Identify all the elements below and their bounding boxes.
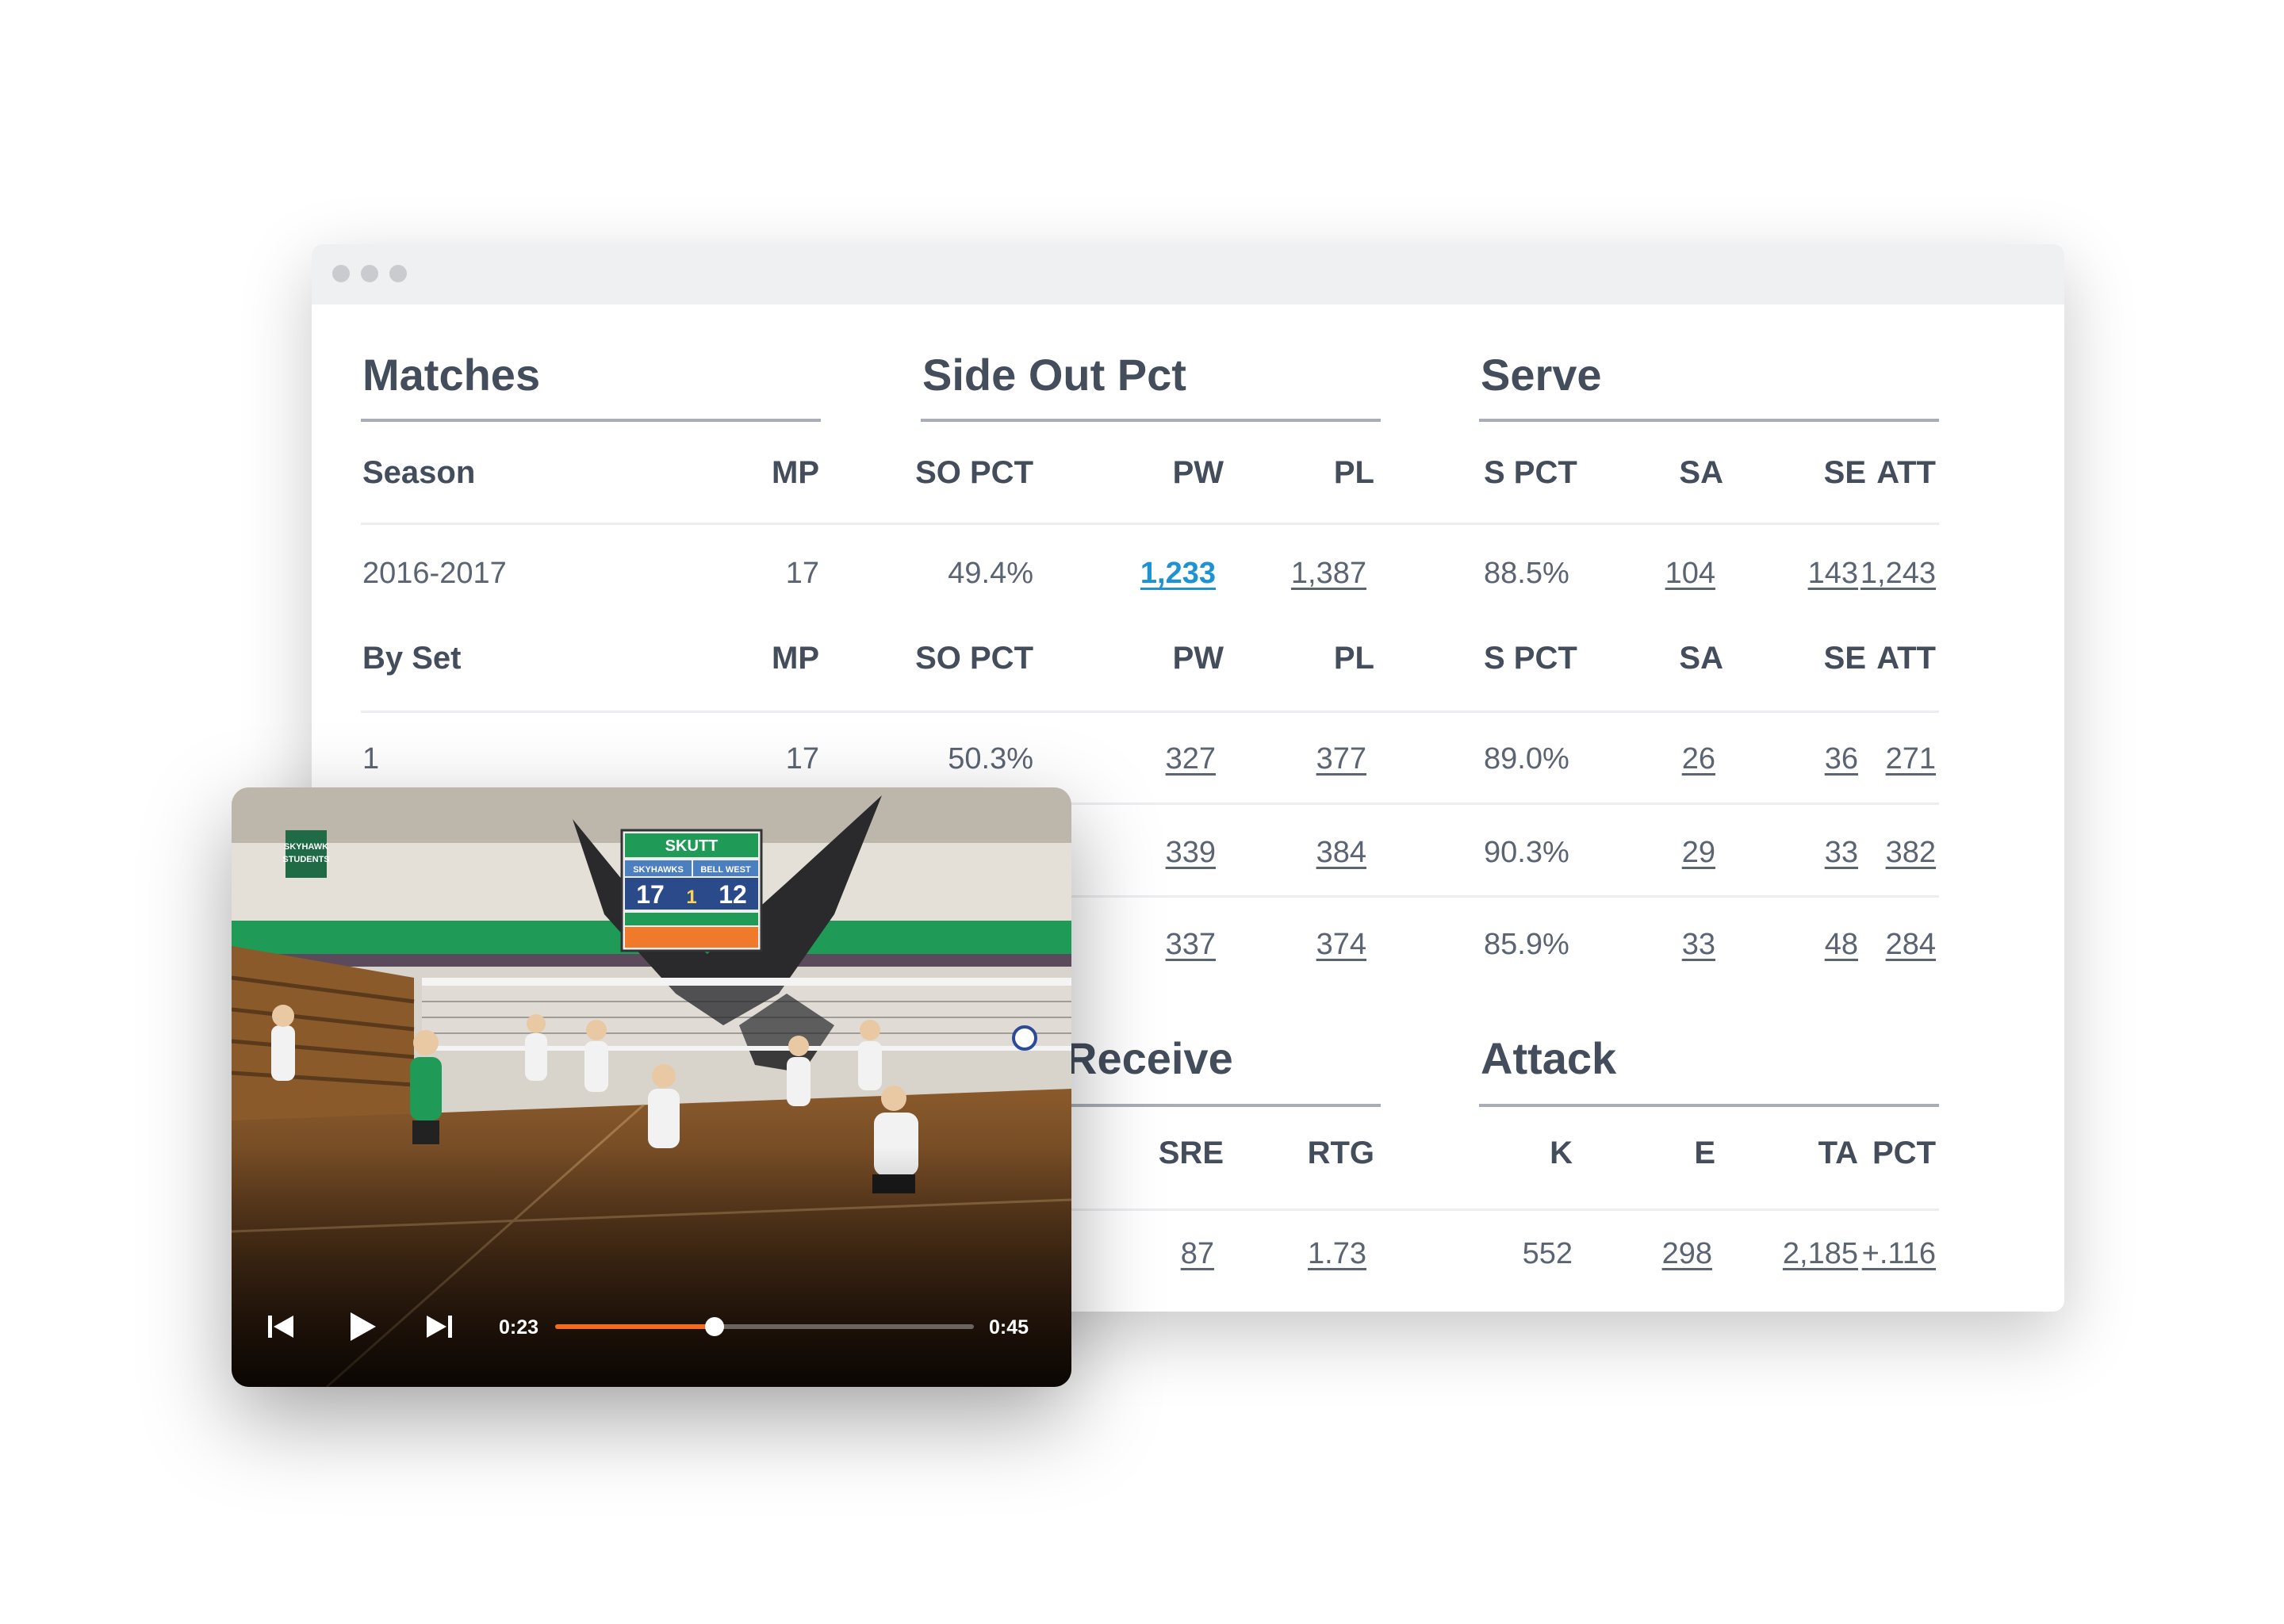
pw-link[interactable]: 337 — [1057, 928, 1216, 962]
pw-link[interactable]: 327 — [1057, 742, 1216, 776]
elapsed-time: 0:23 — [499, 1316, 539, 1339]
window-dot-close[interactable] — [332, 265, 350, 282]
window-titlebar — [312, 244, 2064, 304]
sa-link[interactable]: 104 — [1557, 557, 1715, 591]
play-icon[interactable] — [346, 1311, 377, 1342]
rtg-link[interactable]: 1.73 — [1208, 1237, 1366, 1271]
pw-link[interactable]: 339 — [1057, 836, 1216, 870]
so-pct-cell: 50.3% — [948, 742, 1033, 776]
col-header-so-pct: SO PCT — [915, 455, 1033, 490]
row-divider — [921, 1208, 1939, 1211]
col-header-season: Season — [362, 455, 476, 490]
att-link[interactable]: 271 — [1777, 742, 1936, 776]
sre-link[interactable]: 87 — [1056, 1237, 1214, 1271]
col-header-pl: PL — [1333, 455, 1374, 490]
pl-link[interactable]: 374 — [1208, 928, 1366, 962]
mp-cell: 17 — [785, 557, 819, 590]
section-rule — [1479, 419, 1939, 422]
col-header-by-set: By Set — [362, 641, 462, 676]
col-header-att: ATT — [1876, 641, 1936, 676]
pl-link[interactable]: 1,387 — [1208, 557, 1366, 591]
k-cell: 552 — [1522, 1237, 1573, 1270]
section-title-serve: Serve — [1481, 350, 1602, 400]
set-cell: 1 — [362, 742, 380, 776]
section-title-receive: Receive — [1065, 1033, 1233, 1083]
window-dot-maximize[interactable] — [389, 265, 407, 282]
col-header-mp: MP — [772, 455, 819, 490]
col-header-pw: PW — [1172, 455, 1224, 490]
col-header-sa: SA — [1679, 641, 1723, 676]
row-divider — [361, 523, 1939, 525]
pct-link[interactable]: +.116 — [1777, 1237, 1936, 1271]
att-link[interactable]: 382 — [1777, 836, 1936, 870]
att-link[interactable]: 284 — [1777, 928, 1936, 962]
col-header-sre: SRE — [1158, 1136, 1224, 1170]
section-rule — [921, 419, 1381, 422]
col-header-att: ATT — [1876, 455, 1936, 490]
pw-link[interactable]: 1,233 — [1057, 557, 1216, 591]
col-header-so-pct: SO PCT — [915, 641, 1033, 676]
section-title-side-out: Side Out Pct — [922, 350, 1186, 400]
so-pct-cell: 49.4% — [948, 557, 1033, 590]
video-player[interactable]: SKYHAWK STUDENTS SKUTT SKYHAWKS BELL WES… — [232, 787, 1071, 1387]
window-dot-minimize[interactable] — [361, 265, 378, 282]
total-time: 0:45 — [989, 1316, 1029, 1339]
section-title-attack: Attack — [1481, 1033, 1617, 1083]
col-header-k: K — [1550, 1136, 1573, 1170]
progress-fill — [555, 1324, 715, 1329]
sa-link[interactable]: 26 — [1557, 742, 1715, 776]
pl-link[interactable]: 384 — [1208, 836, 1366, 870]
col-header-sa: SA — [1679, 455, 1723, 490]
col-header-pl: PL — [1333, 641, 1374, 676]
col-header-rtg: RTG — [1307, 1136, 1374, 1170]
sa-link[interactable]: 33 — [1557, 928, 1715, 962]
section-rule — [1479, 1104, 1939, 1107]
col-header-mp: MP — [772, 641, 819, 676]
section-rule — [361, 419, 821, 422]
season-cell: 2016-2017 — [362, 557, 507, 590]
section-title-matches: Matches — [362, 350, 541, 400]
video-frame: SKYHAWK STUDENTS SKUTT SKYHAWKS BELL WES… — [232, 787, 1071, 1387]
sa-link[interactable]: 29 — [1557, 836, 1715, 870]
progress-handle[interactable] — [704, 1317, 724, 1336]
col-header-pw: PW — [1172, 641, 1224, 676]
e-link[interactable]: 298 — [1554, 1237, 1712, 1271]
row-divider — [361, 710, 1939, 713]
mp-cell: 17 — [785, 742, 819, 776]
skip-back-icon[interactable] — [266, 1312, 295, 1341]
col-header-e: E — [1694, 1136, 1715, 1170]
col-header-pct: PCT — [1872, 1136, 1936, 1170]
col-header-s-pct: S PCT — [1484, 641, 1577, 676]
pl-link[interactable]: 377 — [1208, 742, 1366, 776]
skip-forward-icon[interactable] — [425, 1312, 454, 1341]
progress-track[interactable] — [555, 1317, 974, 1336]
att-link[interactable]: 1,243 — [1777, 557, 1936, 591]
col-header-s-pct: S PCT — [1484, 455, 1577, 490]
